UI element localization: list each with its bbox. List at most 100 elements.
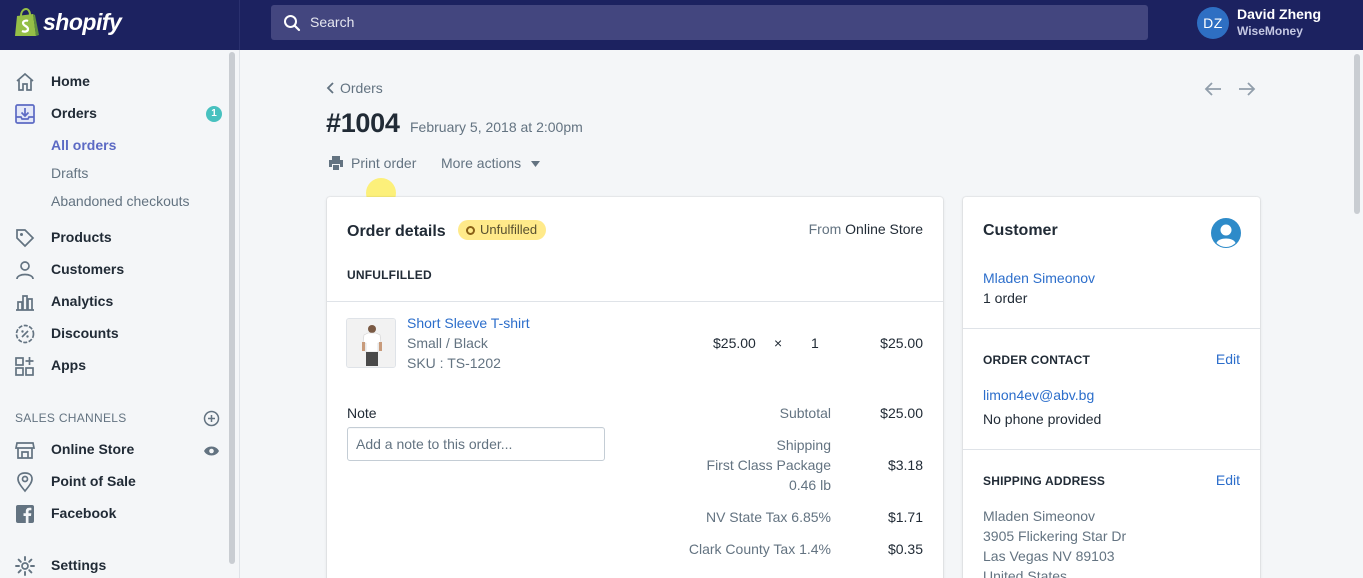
sidebar-scrollbar[interactable]: [229, 52, 235, 564]
brand-name: shopify: [43, 9, 122, 35]
divider: [327, 301, 943, 302]
user-name: David Zheng: [1237, 6, 1322, 22]
order-details-card: Order details Unfulfilled From Online St…: [327, 197, 943, 578]
sidebar-item-point-of-sale[interactable]: Point of Sale: [0, 468, 230, 496]
order-details-title: Order details: [347, 223, 446, 240]
customer-avatar-icon: [1211, 218, 1241, 248]
store-icon: [14, 442, 36, 459]
sidebar-sub-all-orders[interactable]: All orders: [51, 137, 116, 153]
breadcrumb[interactable]: Orders: [326, 80, 383, 96]
customer-name-link[interactable]: Mladen Simeonov: [983, 270, 1095, 286]
product-variant: Small / Black: [407, 335, 488, 351]
sidebar-item-apps[interactable]: Apps: [0, 352, 230, 380]
customer-card: Customer Mladen Simeonov 1 order ORDER C…: [963, 197, 1260, 578]
shipping-method: First Class Package: [706, 457, 831, 473]
state-tax-value: $1.71: [887, 509, 923, 525]
discount-icon: [15, 324, 35, 344]
state-tax-label: NV State Tax 6.85%: [705, 509, 831, 525]
sidebar-item-home[interactable]: Home: [0, 68, 230, 96]
eye-icon[interactable]: [203, 444, 220, 458]
scrollbar-thumb[interactable]: [1354, 54, 1360, 214]
search-icon: [284, 15, 301, 32]
order-source: From Online Store: [809, 221, 923, 237]
sidebar-sub-abandoned-checkouts[interactable]: Abandoned checkouts: [51, 193, 190, 209]
top-bar: shopify Search DZ David Zheng WiseMoney: [0, 0, 1363, 50]
customer-title: Customer: [983, 222, 1058, 239]
status-label: Unfulfilled: [480, 222, 538, 237]
shipping-label: Shipping: [776, 437, 832, 453]
sidebar-item-label: Settings: [51, 557, 107, 573]
print-order-button[interactable]: Print order: [351, 155, 416, 171]
search-placeholder: Search: [310, 14, 355, 30]
sidebar-item-products[interactable]: Products: [0, 224, 230, 252]
sidebar: Home Orders 1 All orders Drafts Abandone…: [0, 50, 240, 578]
shipping-value: $3.18: [887, 457, 923, 473]
previous-arrow-icon[interactable]: [1204, 82, 1221, 96]
sidebar-item-discounts[interactable]: Discounts: [0, 320, 230, 348]
divider: [963, 328, 1260, 329]
caret-down-icon[interactable]: [531, 161, 540, 167]
order-contact-title: ORDER CONTACT: [983, 353, 1091, 367]
location-pin-icon: [17, 472, 33, 493]
orders-count-badge: 1: [206, 106, 222, 122]
gear-icon: [15, 556, 35, 576]
next-arrow-icon[interactable]: [1239, 82, 1256, 96]
sidebar-item-label: Apps: [51, 357, 86, 373]
sidebar-item-customers[interactable]: Customers: [0, 256, 230, 284]
status-badge: Unfulfilled: [458, 220, 547, 240]
page-title: #1004: [326, 108, 400, 138]
order-pagination[interactable]: [1204, 80, 1256, 98]
page-scrollbar[interactable]: [1351, 50, 1363, 578]
county-tax-value: $0.35: [887, 541, 923, 557]
store-name: WiseMoney: [1237, 24, 1303, 38]
apps-icon: [15, 357, 34, 376]
divider: [963, 449, 1260, 450]
address-line: Mladen Simeonov: [983, 508, 1096, 524]
product-thumbnail[interactable]: [346, 318, 396, 368]
sidebar-item-label: Home: [51, 73, 90, 89]
sidebar-item-label: Point of Sale: [51, 473, 136, 489]
shopify-bag-icon: [15, 8, 39, 36]
edit-contact-button[interactable]: Edit: [1216, 351, 1240, 367]
orders-icon: [15, 104, 35, 124]
bar-chart-icon: [16, 295, 34, 311]
sidebar-item-settings[interactable]: Settings: [0, 552, 230, 578]
sidebar-item-label: Discounts: [51, 325, 119, 341]
sidebar-item-online-store[interactable]: Online Store: [0, 436, 230, 464]
sidebar-item-label: Customers: [51, 261, 125, 277]
sidebar-sub-drafts[interactable]: Drafts: [51, 165, 88, 181]
sidebar-item-analytics[interactable]: Analytics: [0, 288, 230, 316]
avatar: DZ: [1197, 7, 1229, 39]
line-item-price: $25.00: [713, 335, 756, 351]
sidebar-item-label: Orders: [51, 105, 97, 121]
status-ring-icon: [466, 226, 475, 235]
product-sku: SKU : TS-1202: [407, 355, 501, 371]
more-actions-button[interactable]: More actions: [441, 155, 521, 171]
product-name-link[interactable]: Short Sleeve T-shirt: [407, 315, 530, 331]
customer-email-link[interactable]: limon4ev@abv.bg: [983, 387, 1094, 403]
note-label: Note: [347, 405, 377, 421]
person-icon: [16, 261, 34, 280]
tag-icon: [16, 229, 35, 248]
address-line: United States: [983, 568, 1068, 578]
address-line: Las Vegas NV 89103: [983, 548, 1115, 564]
note-input[interactable]: [347, 427, 605, 461]
edit-shipping-button[interactable]: Edit: [1216, 472, 1240, 488]
address-line: 3905 Flickering Star Dr: [983, 528, 1127, 544]
add-channel-plus-icon[interactable]: [203, 410, 220, 427]
sidebar-item-label: Facebook: [51, 505, 117, 521]
sidebar-item-label: Online Store: [51, 441, 135, 457]
sidebar-item-facebook[interactable]: Facebook: [0, 500, 230, 528]
print-icon: [329, 156, 343, 170]
times-sign: ×: [774, 335, 783, 351]
customer-phone: No phone provided: [983, 411, 1102, 427]
brand[interactable]: shopify: [0, 0, 240, 50]
search-input[interactable]: Search: [271, 5, 1148, 40]
breadcrumb-label: Orders: [340, 80, 383, 96]
subtotal-value: $25.00: [880, 405, 923, 421]
sidebar-item-orders[interactable]: Orders 1: [0, 100, 230, 128]
from-prefix: From: [808, 221, 842, 237]
order-date: February 5, 2018 at 2:00pm: [410, 119, 583, 135]
facebook-icon: [16, 505, 34, 523]
county-tax-label: Clark County Tax 1.4%: [688, 541, 831, 557]
